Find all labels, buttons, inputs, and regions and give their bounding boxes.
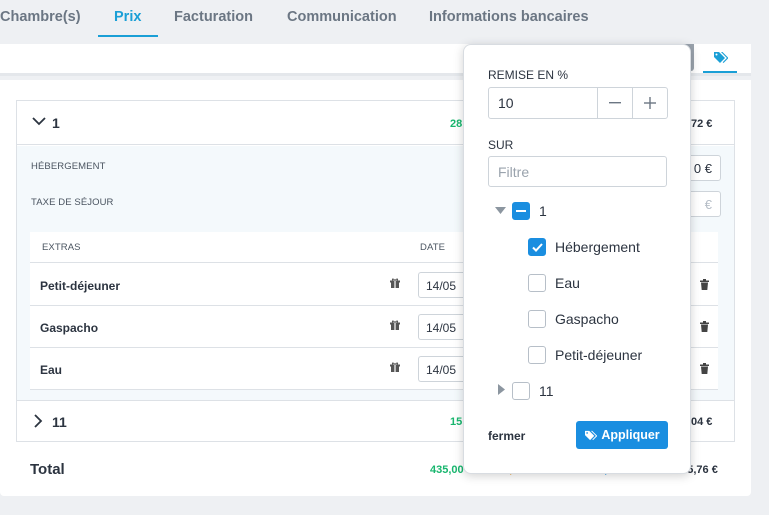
- chevron-right-icon[interactable]: [34, 414, 43, 428]
- tree-node-label: Eau: [555, 275, 580, 291]
- extra-name: Petit-déjeuner: [40, 279, 121, 293]
- checked-checkbox[interactable]: [528, 238, 546, 256]
- tag-icon: [713, 52, 728, 63]
- checkbox[interactable]: [528, 274, 546, 292]
- gift-icon[interactable]: [390, 320, 400, 330]
- apply-label: Appliquer: [601, 428, 660, 442]
- extras-column-header: EXTRAS: [42, 242, 81, 253]
- hebergement-input[interactable]: 0 €: [687, 155, 721, 181]
- hebergement-label: HÉBERGEMENT: [31, 161, 106, 172]
- date-column-header: DATE: [420, 242, 446, 253]
- tree-node-eau[interactable]: Eau: [528, 273, 580, 293]
- tree-node-11[interactable]: 11: [512, 381, 554, 401]
- tree-node-label: Gaspacho: [555, 311, 619, 327]
- date-input[interactable]: 14/05: [418, 272, 464, 298]
- trash-icon[interactable]: [700, 321, 709, 332]
- checkbox[interactable]: [512, 382, 530, 400]
- filter-input[interactable]: [488, 156, 667, 187]
- tree-node-label: Hébergement: [555, 239, 640, 255]
- decrement-button[interactable]: [597, 88, 632, 118]
- active-tab-indicator: [98, 35, 158, 37]
- increment-button[interactable]: [632, 88, 667, 118]
- room-group-total: 04 €: [691, 416, 713, 428]
- extra-name: Gaspacho: [40, 321, 99, 335]
- taxe-sejour-label: TAXE DE SÉJOUR: [31, 197, 114, 208]
- chevron-down-icon[interactable]: [32, 117, 46, 126]
- room-group-green-amount: 15: [450, 416, 463, 428]
- remise-stepper: [488, 87, 668, 119]
- tree-node-gaspacho[interactable]: Gaspacho: [528, 309, 619, 329]
- tree-node-label: 1: [539, 203, 547, 219]
- tab-communication[interactable]: Communication: [287, 9, 397, 25]
- date-input[interactable]: 14/05: [418, 356, 464, 382]
- tree-node-petit-dejeuner[interactable]: Petit-déjeuner: [528, 345, 642, 365]
- remise-label: REMISE EN %: [488, 68, 569, 82]
- checkbox[interactable]: [528, 346, 546, 364]
- minus-icon: [609, 102, 621, 104]
- tree-node-1[interactable]: 1: [512, 201, 547, 221]
- extra-name: Eau: [40, 363, 63, 377]
- tab-facturation[interactable]: Facturation: [174, 9, 253, 25]
- gift-icon[interactable]: [390, 278, 400, 288]
- remise-input[interactable]: [489, 88, 597, 118]
- checkmark-icon: [531, 242, 543, 252]
- total-label: Total: [30, 461, 65, 478]
- plus-icon: [644, 97, 656, 109]
- tree-node-label: 11: [539, 383, 554, 399]
- trash-icon[interactable]: [700, 363, 709, 374]
- partial-checkbox[interactable]: [512, 202, 530, 220]
- room-group-green-amount: 28: [450, 118, 463, 130]
- discount-tag-button[interactable]: [703, 44, 737, 73]
- checkbox[interactable]: [528, 310, 546, 328]
- caret-down-icon[interactable]: [495, 207, 506, 214]
- trash-icon[interactable]: [700, 279, 709, 290]
- discount-popover: REMISE EN % SUR 1 Hébergement Eau Gaspac…: [463, 44, 691, 474]
- caret-right-icon[interactable]: [498, 384, 505, 395]
- room-group-title: 1: [52, 115, 60, 131]
- tree-node-label: Petit-déjeuner: [555, 347, 643, 363]
- room-group-total: 72 €: [691, 118, 713, 130]
- tab-bar: Chambre(s) Prix Facturation Communicatio…: [0, 0, 769, 38]
- sur-label: SUR: [488, 138, 514, 152]
- close-link[interactable]: fermer: [488, 429, 525, 443]
- date-input[interactable]: 14/05: [418, 314, 464, 340]
- tab-prix[interactable]: Prix: [114, 9, 141, 25]
- taxe-sejour-input[interactable]: €: [687, 191, 721, 217]
- tab-chambres[interactable]: Chambre(s): [0, 9, 81, 25]
- tag-icon: [585, 430, 598, 440]
- tree-node-hebergement[interactable]: Hébergement: [528, 237, 640, 257]
- minus-icon: [516, 210, 526, 212]
- tab-informations-bancaires[interactable]: Informations bancaires: [429, 9, 589, 25]
- apply-button[interactable]: Appliquer: [576, 421, 668, 449]
- room-group-title: 11: [52, 414, 67, 430]
- gift-icon[interactable]: [390, 362, 400, 372]
